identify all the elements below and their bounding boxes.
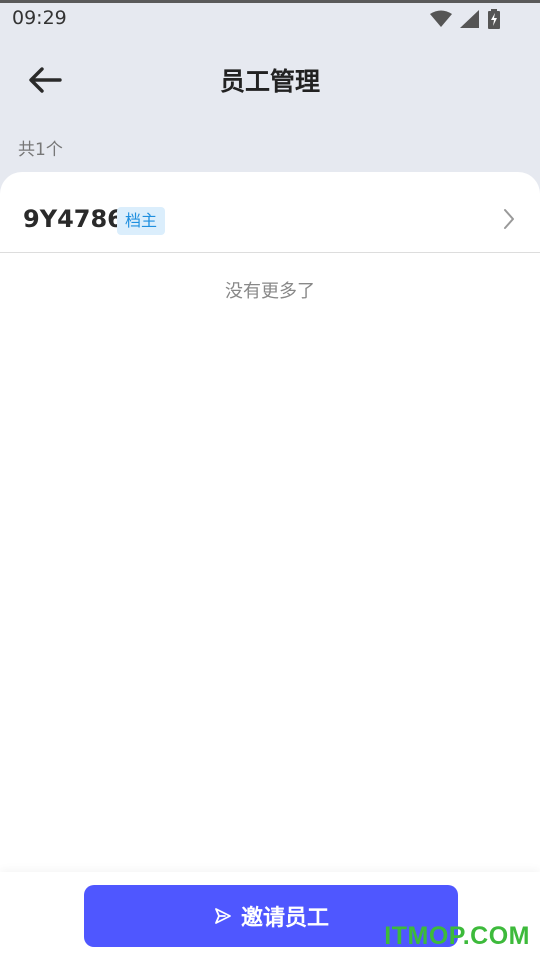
employee-row[interactable]: 9Y4786 档主: [0, 172, 540, 253]
page-title: 员工管理: [219, 67, 320, 96]
watermark: ITMOP.COM: [384, 922, 530, 950]
role-badge: 档主: [117, 207, 166, 235]
status-bar: 09:29: [0, 3, 540, 33]
send-icon: [215, 908, 231, 924]
employee-name: 9Y4786: [23, 205, 124, 233]
employee-list: 9Y4786 档主 没有更多了: [0, 172, 540, 872]
status-time: 09:29: [12, 7, 67, 29]
chevron-right-icon: [504, 209, 514, 229]
signal-icon: [460, 10, 479, 28]
list-end-text: 没有更多了: [225, 281, 315, 302]
wifi-icon: [430, 10, 452, 27]
header: 员工管理: [0, 44, 540, 116]
employee-count: 共1个: [18, 140, 63, 160]
status-icons: [430, 9, 500, 29]
battery-charging-icon: [488, 9, 500, 29]
invite-button-label: 邀请员工: [240, 906, 329, 931]
